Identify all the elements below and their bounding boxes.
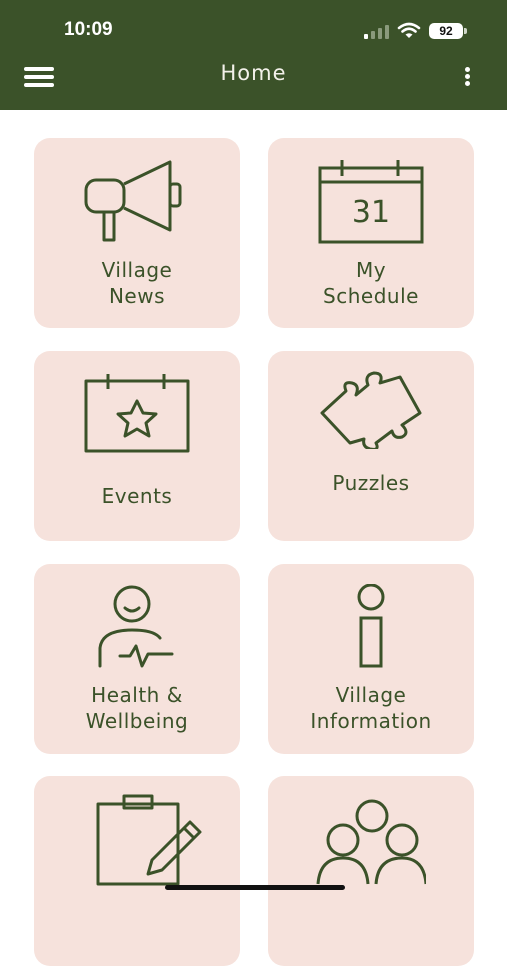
puzzle-piece-icon (320, 371, 422, 449)
tile-label-line1: Health & (91, 683, 183, 707)
tile-puzzles[interactable]: Puzzles (268, 351, 474, 541)
page-title: Home (220, 61, 287, 85)
battery-indicator: 92 (429, 23, 463, 39)
tile-label-line2: News (108, 284, 166, 308)
calendar-icon: 31 (318, 160, 424, 244)
tile-label-line1: My (355, 258, 387, 282)
tile-label-line2: Information (310, 709, 432, 733)
info-icon (357, 584, 385, 668)
tile-label-line1: Village (335, 683, 407, 707)
tile-clipboard[interactable] (34, 776, 240, 966)
calendar-star-icon (84, 374, 190, 453)
cellular-signal-icon (364, 25, 389, 39)
tile-label: Puzzles (332, 471, 410, 495)
tile-group[interactable] (268, 776, 474, 966)
calendar-date-text: 31 (352, 195, 390, 230)
tile-label-line1: Village (101, 258, 173, 282)
app-header: 10:09 92 Home (0, 0, 507, 110)
tile-label-line2: Wellbeing (85, 709, 189, 733)
more-vertical-icon-dot (465, 74, 470, 79)
battery-nub (464, 28, 467, 34)
tile-health-wellbeing[interactable]: Health & Wellbeing (34, 564, 240, 754)
tile-village-news[interactable]: Village News (34, 138, 240, 328)
more-vertical-icon (465, 67, 470, 72)
clipboard-pencil-icon (96, 794, 202, 886)
group-icon (316, 799, 426, 885)
more-vertical-icon-dot (465, 81, 470, 86)
person-heartbeat-icon (98, 585, 174, 668)
wifi-icon (397, 22, 421, 38)
home-indicator[interactable] (165, 885, 345, 890)
megaphone-icon (84, 160, 182, 242)
status-time: 10:09 (64, 19, 113, 40)
more-options-button[interactable] (458, 64, 478, 90)
tile-label-line2: Schedule (323, 284, 419, 308)
tile-my-schedule[interactable]: 31 My Schedule (268, 138, 474, 328)
tile-events[interactable]: Events (34, 351, 240, 541)
tile-village-information[interactable]: Village Information (268, 564, 474, 754)
tile-label: Events (101, 484, 173, 508)
